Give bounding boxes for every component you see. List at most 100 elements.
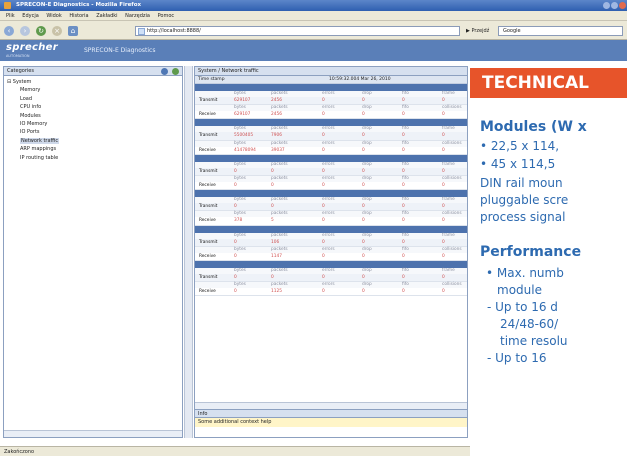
menu-view[interactable]: Widok [46,11,61,21]
table-cell: 629107 [234,98,251,103]
tree-item[interactable]: CPU info [4,103,182,111]
table-cell: 0 [234,274,237,280]
tree-item[interactable]: IO Memory [4,120,182,128]
desc-line-1: DIN rail moun [480,176,563,190]
table-cell: 0 [362,147,365,153]
table-cell: 0 [322,239,325,245]
url-text: http://localhost:8888/ [147,28,201,34]
table-row: Transmit 629107 2456 0 0 0 0 [195,97,467,106]
home-icon[interactable]: ⌂ [68,26,78,36]
table-cell: 0 [362,168,365,174]
table-cell: 0 [442,253,445,259]
search-field[interactable]: Google [498,26,623,36]
help-icon[interactable] [161,68,168,75]
module-size-1: • 22,5 x 114, [480,139,560,153]
interface-header [195,154,467,162]
pane-splitter[interactable] [184,66,193,438]
interface-header [195,225,467,233]
sprecher-logo: sprecher [6,42,58,53]
address-bar[interactable]: http://localhost:8888/ [135,26,460,36]
app-header: sprecher AUTOMATION SPRECON-E Diagnostic… [0,40,627,61]
table-row: Transmit 0 106 0 0 0 0 [195,238,467,247]
menu-bar: Plik Edycja Widok Historia Zakładki Narz… [0,11,627,21]
table-cell: Transmit [199,239,218,245]
menu-edit[interactable]: Edycja [22,11,39,21]
table-cell: Receive [199,147,216,153]
table-cell: 0 [402,133,405,139]
table-cell: 1125 [271,289,282,295]
window-title: SPRECON-E Diagnostics - Mozilla Firefox [16,2,142,8]
refresh-icon[interactable] [172,68,179,75]
table-cell: 0 [402,274,405,280]
module-size-2: • 45 x 114,5 [480,157,556,171]
perf-line-3: - Up to 16 d [487,300,558,314]
info-help-text: Some additional context help [195,418,467,427]
timestamp-label: Time stamp [198,77,225,82]
go-button[interactable]: ▶ Przejdź [466,28,489,34]
app-title: SPRECON-E Diagnostics [84,47,156,54]
table-cell: 0 [402,168,405,174]
table-cell: 0 [402,239,405,245]
tree-item[interactable]: Load [4,95,182,103]
reload-icon[interactable]: ↻ [36,26,46,36]
horizontal-scrollbar[interactable] [4,430,182,437]
table-cell: 0 [442,98,445,103]
stop-icon[interactable]: × [52,26,62,36]
table-row: Receive 629107 2456 0 0 0 0 [195,111,467,120]
menu-bookmarks[interactable]: Zakładki [96,11,117,21]
tree-item[interactable]: Network traffic [4,137,182,145]
info-title: Info [195,409,467,418]
go-label: Przejdź [471,28,490,34]
table-row: Transmit 0 0 0 0 0 0 [195,167,467,176]
maximize-icon[interactable] [611,2,618,9]
tree-item[interactable]: ARP mappings [4,145,182,153]
content-pane: System / Network traffic Time stamp 10:5… [194,66,468,438]
search-engine-label: Google [503,28,521,34]
content-scrollbar[interactable] [195,402,467,409]
table-cell: 7906 [271,133,282,139]
menu-file[interactable]: Plik [6,11,15,21]
table-cell: 0 [442,182,445,188]
minimize-icon[interactable] [603,2,610,9]
table-cell: Receive [199,253,216,259]
tree-item[interactable]: Memory [4,86,182,94]
back-icon[interactable]: ‹ [4,26,14,36]
table-cell: 0 [234,239,237,245]
table-cell: 0 [362,274,365,280]
tree-item[interactable]: ⊟ System [4,78,182,86]
menu-tools[interactable]: Narzędzia [125,11,150,21]
interface-header [195,260,467,268]
tree-item-label: IO Memory [20,120,48,127]
page-icon [138,28,145,35]
timestamp-row: Time stamp 10:59:32.004 Mar 26, 2010 [195,76,467,84]
table-cell: 0 [362,133,365,139]
table-cell: 0 [402,147,405,153]
tree-item[interactable]: Modules [4,112,182,120]
table-cell: 39037 [271,147,285,153]
table-cell: Receive [199,218,216,224]
perf-line-5: time resolu [500,334,568,348]
table-cell: 0 [442,218,445,224]
forward-icon[interactable]: › [20,26,30,36]
tree-item-label: IP routing table [20,154,59,161]
table-cell: 0 [271,274,274,280]
table-cell: 0 [322,147,325,153]
menu-history[interactable]: Historia [69,11,88,21]
table-row: Transmit 0 0 0 0 0 0 [195,273,467,283]
category-tree: ⊟ System Memory Load CPU info Modules IO Memo… [4,76,182,162]
tree-item[interactable]: IP routing table [4,154,182,162]
content-title: System / Network traffic [195,67,467,76]
categories-title: Categories [7,68,34,74]
logo-subtitle: AUTOMATION [6,54,30,58]
tree-item-label: Network traffic [20,137,60,144]
table-cell: Receive [199,182,216,188]
table-cell: 0 [322,253,325,259]
desc-line-2: pluggable scre [480,193,569,207]
menu-help[interactable]: Pomoc [158,11,175,21]
desc-line-3: process signal [480,210,566,224]
table-cell: 0 [234,182,237,188]
close-icon[interactable] [619,2,626,9]
table-cell: 0 [442,168,445,174]
tree-item[interactable]: IO Ports [4,128,182,136]
table-cell: 2456 [271,112,282,118]
